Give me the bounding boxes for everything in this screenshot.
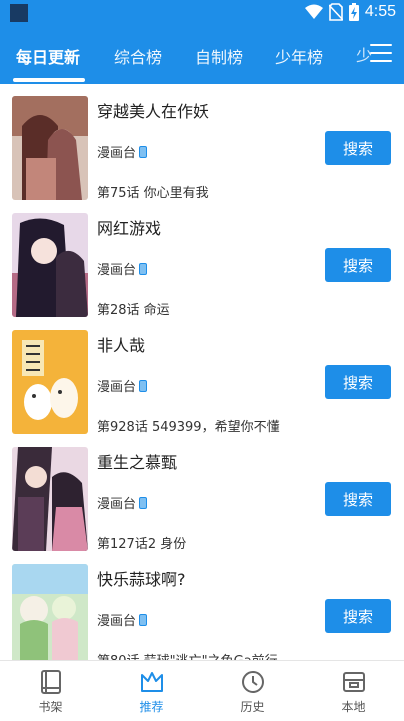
phone-icon bbox=[139, 145, 148, 158]
tab-comprehensive-ranking[interactable]: 综合榜 bbox=[114, 44, 162, 68]
search-button[interactable]: 搜索 bbox=[325, 248, 391, 282]
comic-cover[interactable] bbox=[12, 447, 88, 551]
status-bar: 4:55 bbox=[0, 0, 404, 28]
comic-title: 快乐蒜球啊? bbox=[97, 570, 186, 589]
comic-title: 非人哉 bbox=[97, 336, 146, 355]
bottom-navigation: 书架 推荐 历史 本地 bbox=[0, 660, 404, 721]
nav-label: 历史 bbox=[240, 700, 265, 714]
search-button[interactable]: 搜索 bbox=[325, 131, 391, 165]
source-label: 漫画台 bbox=[97, 497, 137, 512]
nav-label: 书架 bbox=[38, 700, 63, 714]
comic-source: 漫画台 bbox=[97, 376, 148, 395]
source-label: 漫画台 bbox=[97, 146, 137, 161]
comic-list: 穿越美人在作妖 漫画台 第75话 你心里有我 搜索 网红游戏 漫画台 第28话 … bbox=[0, 84, 404, 660]
phone-icon bbox=[139, 496, 148, 509]
wifi-icon bbox=[304, 4, 323, 19]
latest-chapter: 第75话 你心里有我 bbox=[97, 186, 209, 201]
nav-recommend[interactable]: 推荐 bbox=[101, 661, 202, 721]
latest-chapter: 第928话 549399，希望你不懂 bbox=[97, 420, 280, 435]
comic-cover[interactable] bbox=[12, 330, 88, 434]
latest-chapter: 第127话2 身份 bbox=[97, 537, 187, 552]
phone-icon bbox=[139, 262, 148, 275]
source-label: 漫画台 bbox=[97, 380, 137, 395]
comic-source: 漫画台 bbox=[97, 610, 148, 629]
list-item[interactable]: 非人哉 漫画台 第928话 549399，希望你不懂 搜索 bbox=[0, 318, 404, 435]
status-time: 4:55 bbox=[364, 3, 396, 20]
phone-icon bbox=[139, 379, 148, 392]
comic-source: 漫画台 bbox=[97, 493, 148, 512]
clock-icon bbox=[242, 671, 264, 693]
source-label: 漫画台 bbox=[97, 614, 137, 629]
bookshelf-icon bbox=[41, 670, 61, 694]
local-storage-icon bbox=[343, 672, 365, 692]
battery-icon bbox=[348, 3, 359, 21]
comic-source: 漫画台 bbox=[97, 142, 148, 161]
list-item[interactable]: 重生之慕甄 漫画台 第127话2 身份 搜索 bbox=[0, 435, 404, 552]
latest-chapter: 第80话 蒜球"逃亡"之色Ga前行 bbox=[97, 650, 278, 660]
nav-history[interactable]: 历史 bbox=[202, 661, 303, 721]
list-item[interactable]: 网红游戏 漫画台 第28话 命运 搜索 bbox=[0, 201, 404, 318]
nav-label: 本地 bbox=[341, 700, 366, 714]
nav-local[interactable]: 本地 bbox=[303, 661, 404, 721]
crown-icon bbox=[141, 672, 163, 692]
search-button[interactable]: 搜索 bbox=[325, 365, 391, 399]
list-item[interactable]: 穿越美人在作妖 漫画台 第75话 你心里有我 搜索 bbox=[0, 84, 404, 201]
comic-cover[interactable] bbox=[12, 564, 88, 660]
category-tab-bar: 每日更新 综合榜 自制榜 少年榜 少 bbox=[0, 28, 404, 84]
active-tab-indicator bbox=[13, 78, 85, 82]
search-button[interactable]: 搜索 bbox=[325, 599, 391, 633]
status-icons: 4:55 bbox=[304, 3, 396, 21]
tab-youth-ranking[interactable]: 少年榜 bbox=[275, 44, 323, 68]
comic-title: 穿越美人在作妖 bbox=[97, 102, 210, 121]
source-label: 漫画台 bbox=[97, 263, 137, 278]
notification-square-icon bbox=[10, 4, 28, 22]
comic-cover[interactable] bbox=[12, 96, 88, 200]
comic-title: 网红游戏 bbox=[97, 219, 162, 238]
tab-daily-update[interactable]: 每日更新 bbox=[16, 44, 80, 68]
comic-source: 漫画台 bbox=[97, 259, 148, 278]
menu-icon[interactable] bbox=[370, 44, 392, 64]
no-sim-icon bbox=[328, 3, 343, 21]
comic-title: 重生之慕甄 bbox=[97, 453, 178, 472]
nav-label: 推荐 bbox=[139, 700, 164, 714]
comic-cover[interactable] bbox=[12, 213, 88, 317]
list-item[interactable]: 快乐蒜球啊? 漫画台 第80话 蒜球"逃亡"之色Ga前行 搜索 bbox=[0, 552, 404, 660]
phone-icon bbox=[139, 613, 148, 626]
nav-bookshelf[interactable]: 书架 bbox=[0, 661, 101, 721]
tab-original-ranking[interactable]: 自制榜 bbox=[195, 44, 243, 68]
search-button[interactable]: 搜索 bbox=[325, 482, 391, 516]
latest-chapter: 第28话 命运 bbox=[97, 303, 170, 318]
